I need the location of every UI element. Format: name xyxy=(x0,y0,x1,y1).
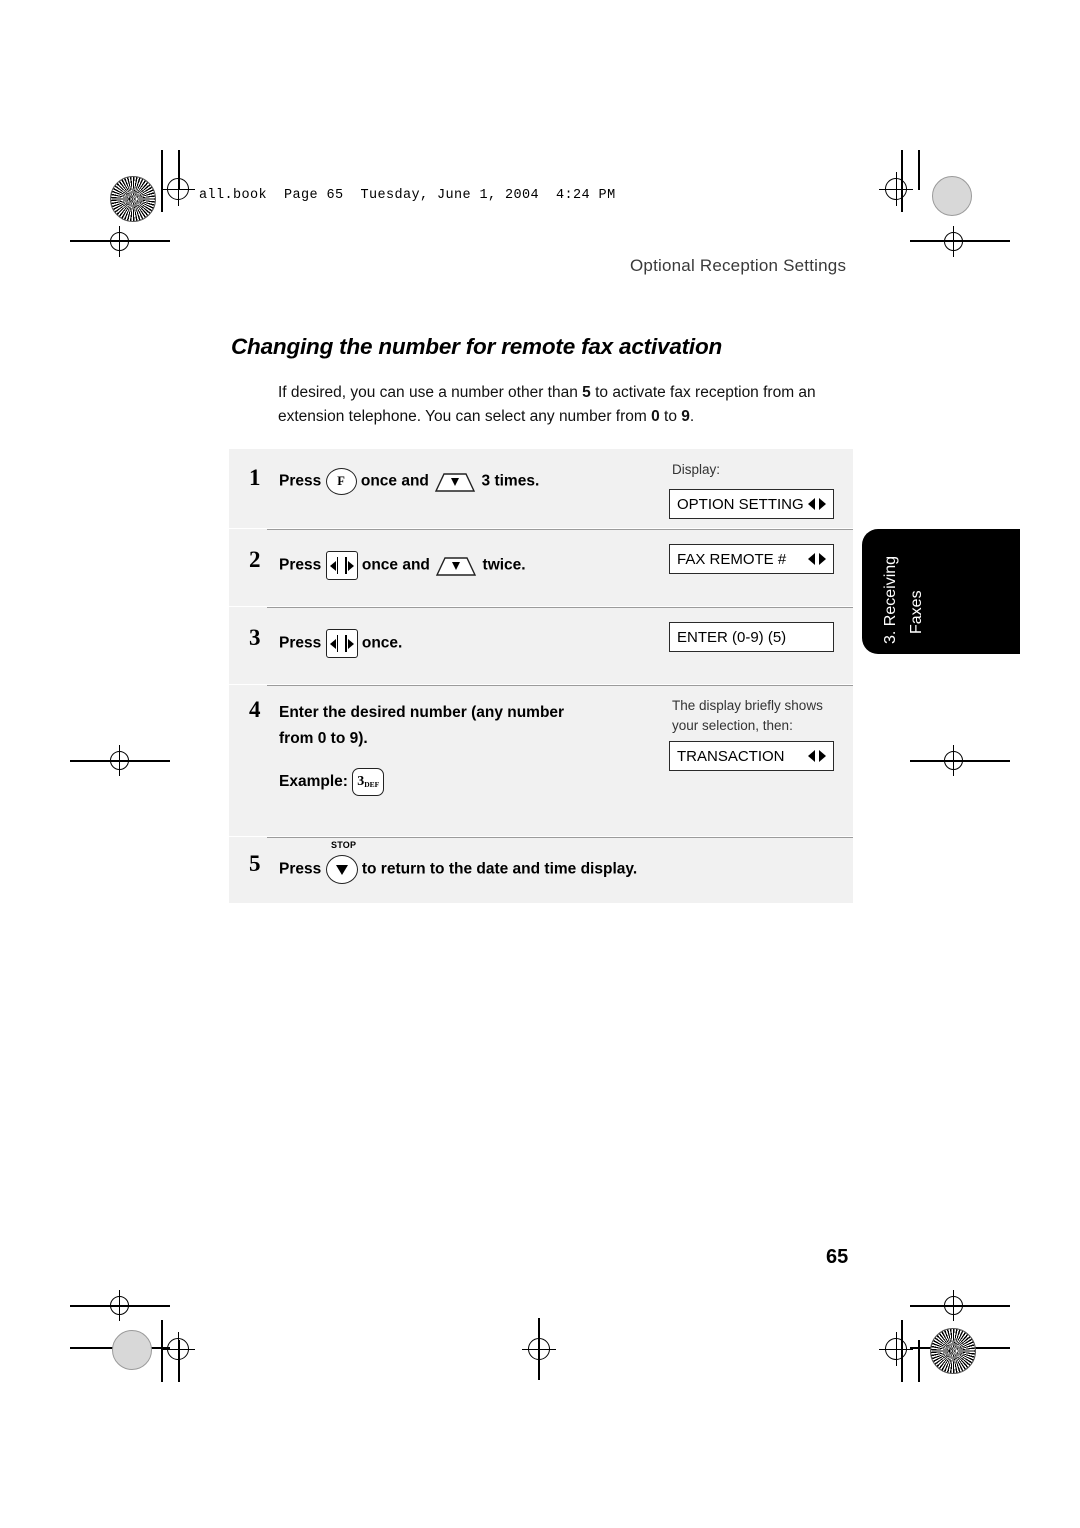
chapter-tab-line-1: 3. Receiving xyxy=(882,555,899,644)
registration-target-right-mid xyxy=(938,745,969,776)
crop-line-bottom-left-v xyxy=(161,1320,163,1382)
registration-target-left-lower xyxy=(104,1290,135,1321)
step-1-text-before: Press xyxy=(279,472,322,490)
steps-panel: Display: 1 Press F once and 3 times. OPT… xyxy=(229,448,853,903)
registration-target-right-upper xyxy=(938,226,969,257)
registration-target-top-left xyxy=(161,172,195,206)
registration-target-bottom-left xyxy=(161,1332,195,1366)
intro-bold-3: 9 xyxy=(681,408,690,425)
step-2-lcd-text: FAX REMOTE # xyxy=(677,550,787,568)
crop-line-top-left-v xyxy=(161,150,163,212)
page-title: Changing the number for remote fax activ… xyxy=(231,334,723,359)
file-slug: all.book Page 65 Tuesday, June 1, 2004 4… xyxy=(199,188,616,203)
registration-target-top-right xyxy=(879,172,913,206)
gray-circle-mark-top-right xyxy=(932,176,972,216)
step-3-lcd-display: ENTER (0-9) (5) xyxy=(669,622,834,652)
step-4-number: 4 xyxy=(249,697,261,722)
left-right-arrow-key-icon xyxy=(325,629,358,658)
step-3-number: 3 xyxy=(249,625,261,650)
step-3-text-before: Press xyxy=(279,634,322,652)
step-4-lcd-text: TRANSACTION xyxy=(677,747,785,765)
step-2-divider xyxy=(267,529,853,530)
registration-target-left-mid xyxy=(104,745,135,776)
intro-text-4: . xyxy=(689,408,695,425)
down-arrow-key-icon xyxy=(433,471,477,493)
step-1-number: 1 xyxy=(249,465,261,490)
chapter-side-tab: 3. Receiving Faxes xyxy=(862,529,1020,654)
step-4-divider xyxy=(267,685,853,686)
intro-bold-2: 0 xyxy=(651,408,660,425)
intro-bold-1: 5 xyxy=(582,384,591,401)
registration-target-right-lower xyxy=(938,1290,969,1321)
step-4: 4 Enter the desired number (any number f… xyxy=(229,684,853,836)
step-4-lcd-display: TRANSACTION xyxy=(669,741,834,771)
left-right-arrow-key-icon xyxy=(325,551,358,580)
step-1-text-mid: once and xyxy=(360,472,429,490)
step-3-instruction: Press once. xyxy=(279,629,402,658)
step-5: 5 Press to return to the date and time d… xyxy=(229,836,853,902)
step-1: 1 Press F once and 3 times. OPTION SETTI… xyxy=(229,448,853,528)
starburst-mark-top-left xyxy=(110,176,156,222)
step-4-example: Example: 3DEF xyxy=(279,768,639,796)
step-4-line-2: from 0 to 9). xyxy=(279,730,368,747)
crop-line-top-right-v2 xyxy=(918,150,920,190)
chapter-tab-line-2: Faxes xyxy=(908,590,925,634)
starburst-mark-bottom-left xyxy=(930,1328,976,1374)
step-4-line-1: Enter the desired number (any number xyxy=(279,704,565,721)
step-1-instruction: Press F once and 3 times. xyxy=(279,468,539,495)
step-3-text-after: once. xyxy=(361,634,403,652)
step-2-number: 2 xyxy=(249,547,261,572)
step-5-instruction: Press to return to the date and time dis… xyxy=(279,855,637,884)
step-2-text-before: Press xyxy=(279,556,322,574)
intro-paragraph: If desired, you can use a number other t… xyxy=(278,381,868,429)
intro-text-3: to xyxy=(659,408,682,425)
lcd-left-right-arrows-icon xyxy=(808,748,826,764)
step-1-lcd-display: OPTION SETTING xyxy=(669,489,834,519)
step-1-text-after: 3 times. xyxy=(481,472,540,490)
stop-key-icon xyxy=(325,855,358,884)
registration-target-left-upper xyxy=(104,226,135,257)
lcd-left-right-arrows-icon xyxy=(808,551,826,567)
step-4-note-line-2: your selection, then: xyxy=(672,718,793,733)
step-5-divider xyxy=(267,837,853,838)
step-1-lcd-text: OPTION SETTING xyxy=(677,495,804,513)
step-2: 2 Press once and twice. FAX REMOTE # xyxy=(229,528,853,606)
step-3-divider xyxy=(267,607,853,608)
lcd-left-right-arrows-icon xyxy=(808,496,826,512)
down-arrow-key-icon xyxy=(434,555,478,577)
step-2-text-after: twice. xyxy=(482,556,526,574)
step-2-lcd-display: FAX REMOTE # xyxy=(669,544,834,574)
running-head: Optional Reception Settings xyxy=(630,256,847,275)
numeric-key-letters: DEF xyxy=(364,780,380,789)
gray-circle-mark-bottom-left xyxy=(112,1330,152,1370)
step-3: 3 Press once. ENTER (0-9) (5) xyxy=(229,606,853,684)
registration-target-bottom-right xyxy=(879,1332,913,1366)
step-4-example-label: Example: xyxy=(279,773,348,791)
step-3-lcd-text: ENTER (0-9) (5) xyxy=(677,628,787,646)
numeric-key-3-icon: 3DEF xyxy=(352,768,385,796)
page-number: 65 xyxy=(826,1246,849,1268)
registration-target-bottom-center xyxy=(522,1332,556,1366)
step-5-text-after: to return to the date and time display. xyxy=(361,860,638,878)
step-4-note-line-1: The display briefly shows xyxy=(672,698,823,713)
stop-key-label: STOP xyxy=(331,840,357,850)
step-2-text-mid: once and xyxy=(361,556,430,574)
step-4-instruction: Enter the desired number (any number fro… xyxy=(279,700,639,796)
intro-text-1: If desired, you can use a number other t… xyxy=(278,384,583,401)
step-5-number: 5 xyxy=(249,851,261,876)
function-key-icon: F xyxy=(325,468,357,495)
step-2-instruction: Press once and twice. xyxy=(279,551,526,580)
step-5-text-before: Press xyxy=(279,860,322,878)
